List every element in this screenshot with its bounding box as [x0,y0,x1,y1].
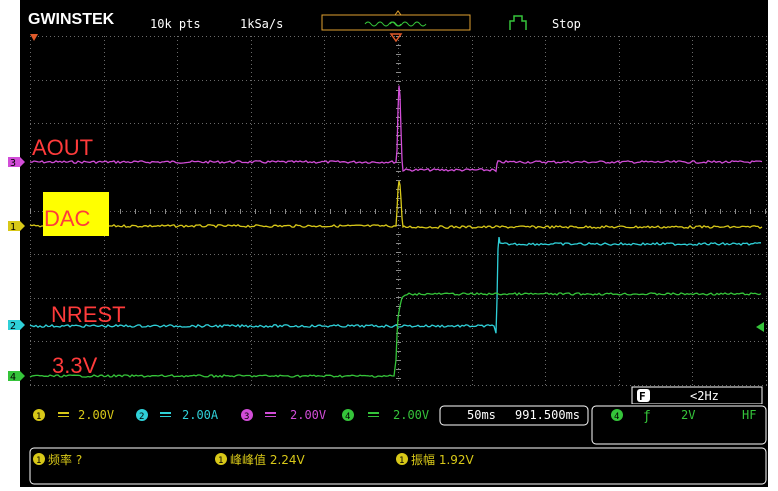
oscilloscope-screen: GWINSTEK 10k pts 1kSa/s Stop 3 1 2 4 AOU… [0,0,778,487]
annotation-nrest: NREST [51,302,126,327]
freq-badge: F [639,390,646,403]
channel-status-bar: 1 2.00V 2 2.00A 3 2.00V 4 2.00V 50ms 991… [20,404,768,446]
svg-text:振幅 1.92V: 振幅 1.92V [411,452,475,467]
trigger-coupling: HF [742,408,756,422]
frequency-counter: F <2Hz [631,386,763,405]
svg-text:1: 1 [36,456,41,466]
run-state: Stop [552,17,581,31]
annotation-dac: DAC [44,206,91,231]
freq-value: <2Hz [690,389,719,403]
svg-text:2.00V: 2.00V [290,408,326,422]
trigger-level: 2V [681,408,695,422]
timebase-scale: 50ms [467,408,496,422]
memory-points: 10k pts [150,17,201,31]
svg-text:2.00A: 2.00A [182,408,219,422]
svg-text:1: 1 [218,456,223,466]
svg-text:2.00V: 2.00V [393,408,429,422]
sample-rate: 1kSa/s [240,17,283,31]
svg-text:2: 2 [139,412,144,422]
svg-text:1: 1 [36,412,41,422]
annotation-aout: AOUT [32,135,93,160]
svg-text:峰峰值 2.24V: 峰峰值 2.24V [230,452,306,467]
svg-text:1: 1 [399,456,404,466]
svg-text:2.00V: 2.00V [78,408,114,422]
measurement-frequency[interactable]: 1 频率 ? [33,452,82,467]
svg-text:4: 4 [345,412,350,422]
brand-logo: GWINSTEK [28,11,115,28]
svg-text:4: 4 [10,372,16,383]
svg-text:1: 1 [10,222,16,233]
trigger-source: 4 [614,412,619,422]
trigger-slope: ƒ [643,409,651,424]
svg-text:频率 ?: 频率 ? [48,452,82,467]
svg-text:3: 3 [10,158,16,169]
timebase-position: 991.500ms [515,408,580,422]
annotation-3v3: 3.3V [52,353,98,378]
measurement-bar: 1 频率 ? 1 峰峰值 2.24V 1 振幅 1.92V [29,447,767,485]
svg-text:3: 3 [244,412,249,422]
svg-text:2: 2 [10,321,16,332]
